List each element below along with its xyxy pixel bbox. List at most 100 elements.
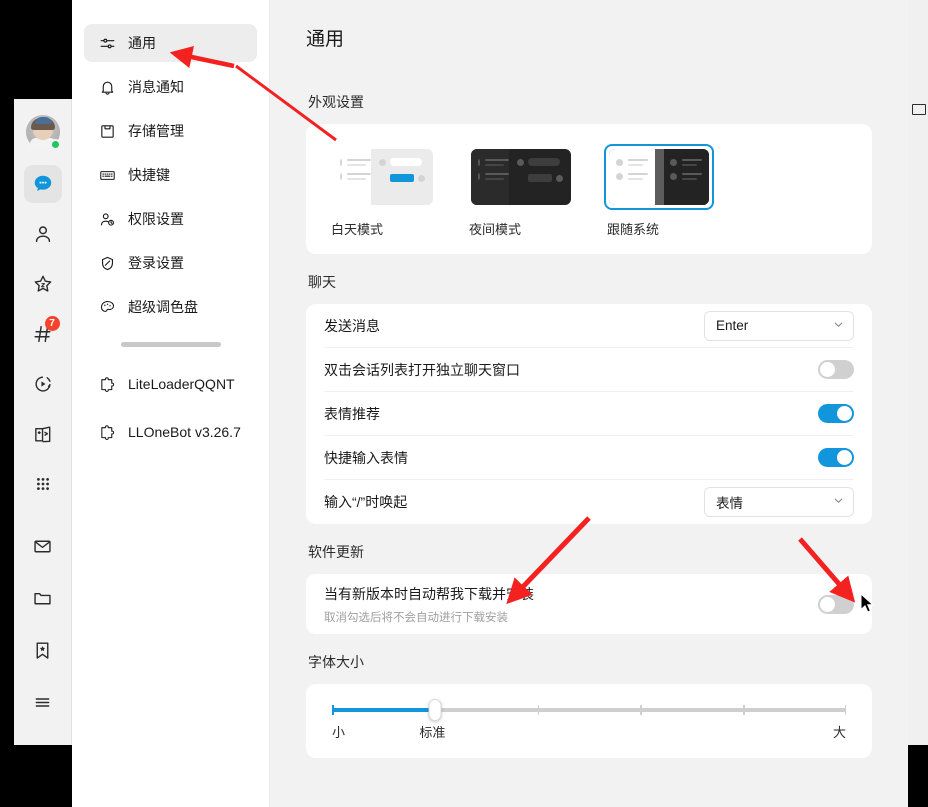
slider-label-max: 大	[832, 725, 846, 740]
slider-track[interactable]	[332, 699, 846, 721]
rail-item-files[interactable]	[24, 579, 62, 617]
rail-item-favorites[interactable]	[24, 265, 62, 303]
theme-label: 夜间模式	[469, 222, 522, 237]
play-circle-icon	[32, 373, 54, 395]
font-size-slider[interactable]: 小 标准 大	[324, 684, 854, 758]
row-label: 输入“/”时唤起	[324, 494, 408, 510]
desktop-background-right	[908, 0, 928, 807]
sidebar-item-login[interactable]: 登录设置	[84, 244, 257, 282]
rail-item-video[interactable]	[24, 365, 62, 403]
theme-label: 白天模式	[331, 222, 384, 237]
row-quick-emoji: 快捷输入表情	[324, 436, 854, 480]
send-message-select[interactable]: Enter	[704, 310, 854, 341]
rail-item-apps[interactable]	[24, 465, 62, 503]
row-send-message: 发送消息 Enter	[324, 304, 854, 348]
chat-section-title: 聊天	[308, 274, 336, 290]
sidebar-item-label: 快捷键	[128, 167, 170, 183]
desktop-window-icon[interactable]	[912, 104, 926, 115]
rail-item-collect[interactable]	[24, 631, 62, 669]
row-double-click-window: 双击会话列表打开独立聊天窗口	[324, 348, 854, 392]
sidebar-item-label: 登录设置	[128, 255, 184, 271]
slider-label-min: 小	[332, 725, 346, 740]
slider-tick	[537, 705, 540, 715]
rail-item-channels[interactable]: 7	[24, 315, 62, 353]
chat-card: 发送消息 Enter 双击会话列表打开独立聊天窗口 表情推荐 快捷输入表情 输入…	[306, 304, 872, 524]
rail-item-mail[interactable]	[24, 527, 62, 565]
sidebar-item-llonebot[interactable]: LLOneBot v3.26.7	[84, 413, 257, 451]
appearance-section-title: 外观设置	[308, 94, 364, 110]
star-icon	[32, 273, 54, 295]
row-sub-label: 取消勾选后将不会自动进行下载安装	[324, 611, 508, 624]
theme-option-auto[interactable]: 跟随系统	[604, 144, 714, 238]
desktop-background-left	[0, 0, 14, 807]
slider-handle[interactable]	[428, 699, 442, 721]
appearance-card: 白天模式 夜间模式 跟随系统	[306, 124, 872, 254]
sidebar-item-permissions[interactable]: 权限设置	[84, 200, 257, 238]
settings-nav: 通用 消息通知 存储管理 快捷键 权限设置 登录设置 超级调色盘 LiteLoa…	[72, 0, 270, 807]
sidebar-item-label: LiteLoaderQQNT	[128, 376, 235, 392]
app-rail: 7	[14, 99, 72, 745]
content-body: 外观设置 白天模式 夜间模式 跟随系统 聊天 发送消息 Enter 双击会话列表…	[270, 92, 908, 758]
rail-item-contacts[interactable]	[24, 215, 62, 253]
emoji-suggest-toggle[interactable]	[818, 404, 854, 423]
row-label: 快捷输入表情	[324, 449, 408, 466]
auto-update-toggle[interactable]	[818, 594, 854, 614]
sidebar-item-notifications[interactable]: 消息通知	[84, 68, 257, 106]
app-rail-bottom	[24, 527, 62, 745]
row-emoji-suggest: 表情推荐	[324, 392, 854, 436]
slider-tick	[332, 705, 334, 715]
select-value: 表情	[716, 496, 743, 511]
sliders-icon	[98, 34, 116, 52]
slider-tick	[743, 705, 745, 715]
rail-item-menu[interactable]	[24, 683, 62, 721]
sidebar-item-palette[interactable]: 超级调色盘	[84, 288, 257, 326]
screen: 7 通用 消息通知 存储管理 快捷键 权限设置 登录设置 超级调色盘 LiteL…	[0, 0, 928, 807]
update-section-title: 软件更新	[308, 544, 364, 560]
person-icon	[32, 223, 54, 245]
sidebar-item-label: LLOneBot v3.26.7	[128, 424, 241, 440]
quick-emoji-toggle[interactable]	[818, 448, 854, 467]
envelope-icon	[32, 536, 53, 557]
shield-check-icon	[98, 254, 116, 272]
theme-options: 白天模式 夜间模式 跟随系统	[324, 124, 854, 254]
font-size-section-title: 字体大小	[308, 654, 364, 670]
settings-window: 通用 消息通知 存储管理 快捷键 权限设置 登录设置 超级调色盘 LiteLoa…	[72, 0, 908, 807]
font-size-card: 小 标准 大	[306, 684, 872, 758]
puzzle-icon	[98, 423, 116, 441]
puzzle-icon	[98, 375, 116, 393]
sidebar-item-storage[interactable]: 存储管理	[84, 112, 257, 150]
rail-item-games[interactable]	[24, 415, 62, 453]
sidebar-divider	[120, 342, 221, 347]
page-title: 通用	[306, 28, 345, 50]
sidebar-item-liteloaderqqnt[interactable]: LiteLoaderQQNT	[84, 365, 257, 403]
gamepad-icon	[32, 423, 54, 445]
row-label: 发送消息	[324, 317, 380, 334]
slider-tick	[640, 705, 642, 715]
person-gear-icon	[98, 210, 116, 228]
online-status-dot	[49, 139, 61, 150]
content-header: 通用	[270, 0, 908, 74]
settings-content: 通用 外观设置 白天模式 夜间模式 跟随系统 聊天 发送消息 Enter 双击会…	[270, 0, 908, 807]
hamburger-icon	[32, 692, 53, 713]
slider-tick	[844, 705, 846, 715]
slash-trigger-select[interactable]: 表情	[704, 487, 854, 517]
slider-labels: 小 标准 大	[332, 722, 846, 742]
chevron-down-icon	[833, 495, 844, 509]
rail-item-chat[interactable]	[23, 165, 62, 203]
bookmark-star-icon	[32, 640, 53, 661]
channels-badge: 7	[44, 316, 60, 331]
theme-option-light[interactable]: 白天模式	[328, 144, 438, 238]
user-avatar[interactable]	[25, 115, 61, 150]
sidebar-item-label: 通用	[128, 35, 156, 51]
palette-icon	[98, 298, 116, 316]
theme-option-dark[interactable]: 夜间模式	[466, 144, 576, 238]
row-slash-trigger: 输入“/”时唤起 表情	[324, 480, 854, 524]
keyboard-icon	[98, 166, 116, 184]
row-label: 双击会话列表打开独立聊天窗口	[324, 361, 520, 378]
theme-label: 跟随系统	[607, 222, 660, 237]
double-click-window-toggle[interactable]	[818, 360, 854, 379]
sidebar-item-shortcuts[interactable]: 快捷键	[84, 156, 257, 194]
select-value: Enter	[716, 318, 749, 333]
sidebar-item-general[interactable]: 通用	[84, 24, 257, 62]
storage-icon	[98, 122, 116, 140]
